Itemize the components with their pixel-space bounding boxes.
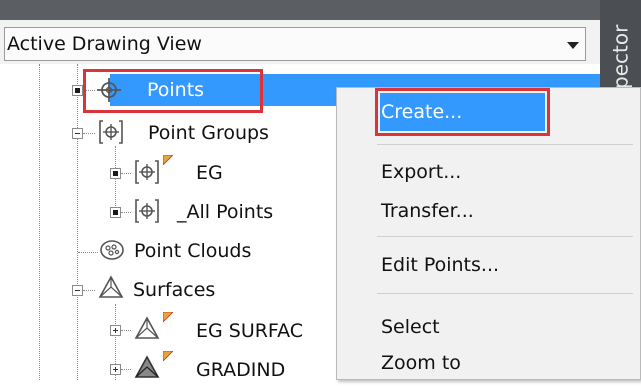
tree-item-label: EG — [196, 162, 223, 184]
tree-item-label: Point Clouds — [134, 240, 252, 262]
menu-item-label: Select — [381, 316, 440, 338]
tree-item-surfaces[interactable]: Surfaces — [133, 273, 215, 307]
triangle-surface-icon — [98, 275, 124, 298]
view-selector-dropdown[interactable]: Active Drawing View — [4, 27, 586, 61]
tree-connector — [83, 290, 95, 291]
minus-sign — [75, 133, 80, 134]
tree-item-all-points[interactable]: _All Points — [177, 195, 273, 229]
tree-connector — [77, 64, 78, 380]
collapsed-node-marker — [75, 88, 80, 93]
collapse-toggle[interactable] — [72, 128, 83, 139]
expand-toggle[interactable] — [110, 325, 121, 336]
tree-connector — [115, 146, 116, 216]
menu-item-export[interactable]: Export... — [381, 155, 461, 189]
menu-item-zoom-to[interactable]: Zoom to — [381, 346, 461, 380]
out-of-date-flag-icon — [163, 312, 173, 322]
tree-connector — [121, 330, 131, 331]
out-of-date-flag-icon — [163, 155, 173, 165]
menu-separator — [377, 144, 633, 145]
menu-separator — [377, 236, 633, 237]
tree-connector — [121, 212, 131, 213]
bracketed-crosshair-icon — [135, 160, 159, 184]
collapsed-node-marker — [113, 171, 118, 176]
menu-item-label: Zoom to — [381, 352, 461, 374]
create-highlight-box — [375, 88, 550, 136]
tree-item-label: EG SURFAC — [196, 320, 304, 342]
expand-toggle[interactable] — [110, 168, 121, 179]
menu-separator — [377, 293, 633, 294]
collapse-toggle[interactable] — [72, 285, 83, 296]
tree-connector — [78, 252, 98, 253]
tree-item-gradind[interactable]: GRADIND — [196, 353, 285, 387]
tree-connector — [121, 173, 131, 174]
context-menu: Create... Export... Transfer... Edit Poi… — [336, 87, 641, 380]
menu-item-select[interactable]: Select — [381, 310, 440, 344]
menu-item-label: Edit Points... — [381, 254, 500, 276]
points-highlight-box — [83, 69, 263, 113]
tree-item-eg-surface[interactable]: EG SURFAC — [196, 314, 303, 348]
menu-item-label: Transfer... — [381, 200, 474, 222]
bracketed-crosshair-icon — [135, 199, 159, 223]
tree-item-eg[interactable]: EG — [196, 156, 223, 190]
tree-connector — [39, 64, 40, 380]
tree-item-label: _All Points — [177, 201, 274, 223]
bracketed-crosshair-icon — [99, 120, 123, 144]
out-of-date-flag-icon — [163, 351, 173, 361]
plus-sign-v — [115, 367, 116, 372]
expand-toggle[interactable] — [110, 364, 121, 375]
tree-item-point-clouds[interactable]: Point Clouds — [134, 234, 251, 268]
tree-item-point-groups[interactable]: Point Groups — [148, 116, 269, 150]
chevron-down-icon[interactable] — [567, 42, 579, 49]
plus-sign-v — [115, 328, 116, 333]
cloud-icon — [100, 240, 124, 260]
triangle-surface-icon — [134, 316, 160, 339]
menu-item-label: Export... — [381, 161, 462, 183]
tree-item-label: GRADIND — [196, 359, 286, 381]
window-title-bar — [0, 0, 641, 20]
view-selector-value: Active Drawing View — [7, 33, 202, 55]
tree-connector — [121, 369, 131, 370]
tree-item-label: Surfaces — [133, 279, 216, 301]
minus-sign — [75, 290, 80, 291]
tree-connector — [83, 133, 95, 134]
expand-toggle[interactable] — [110, 207, 121, 218]
triangle-surface-icon — [134, 355, 160, 378]
tree-item-label: Point Groups — [148, 122, 269, 144]
menu-item-transfer[interactable]: Transfer... — [381, 194, 474, 228]
menu-item-edit-points[interactable]: Edit Points... — [381, 248, 499, 282]
expand-toggle[interactable] — [72, 85, 83, 96]
collapsed-node-marker — [113, 210, 118, 215]
